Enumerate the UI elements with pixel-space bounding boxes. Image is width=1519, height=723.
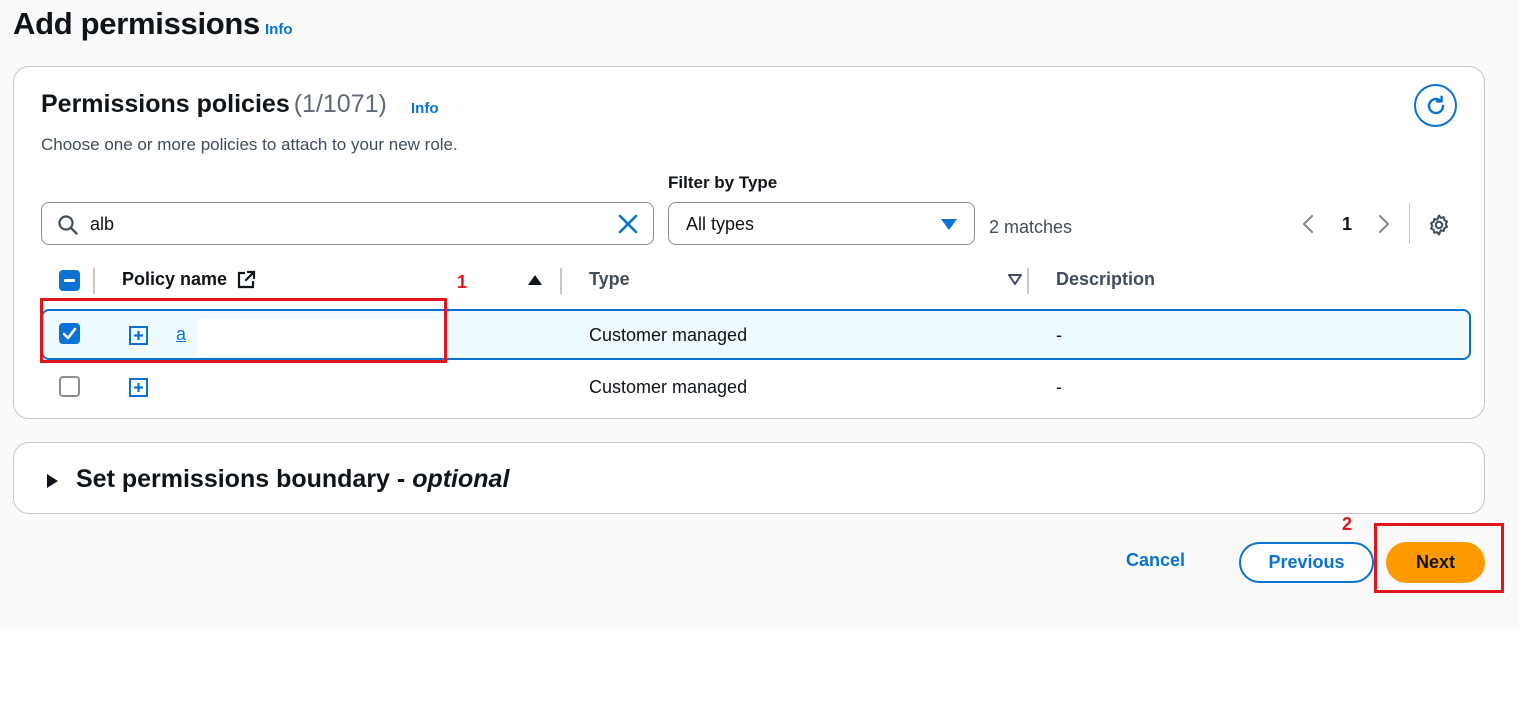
external-link-icon (237, 270, 256, 289)
previous-button[interactable]: Previous (1239, 542, 1374, 583)
table-row[interactable]: Customer managed - (41, 362, 1471, 413)
annotation-box-2 (1374, 523, 1504, 593)
filter-by-type-label: Filter by Type (668, 173, 778, 192)
policy-type-cell: Customer managed (589, 377, 748, 397)
select-all-checkbox[interactable] (59, 270, 80, 291)
permissions-boundary-toggle[interactable]: Set permissions boundary - optional (76, 465, 509, 494)
clear-icon[interactable] (617, 213, 639, 235)
type-filter-value: All types (686, 214, 755, 234)
policy-description-cell: - (1056, 377, 1062, 397)
search-icon (58, 215, 78, 235)
policy-description-cell: - (1056, 325, 1062, 345)
search-input[interactable] (90, 212, 590, 236)
page-title: Add permissions (13, 6, 260, 41)
type-filter-select[interactable]: All types (668, 202, 975, 245)
settings-icon[interactable] (1427, 213, 1451, 237)
policies-count: (1/1071) (293, 90, 387, 118)
matches-count: 2 matches (989, 217, 1073, 237)
annotation-marker-2: 2 (1342, 514, 1353, 534)
annotation-marker-1: 1 (457, 272, 468, 292)
column-header-description[interactable]: Description (1056, 269, 1155, 290)
pagination-current-page[interactable]: 1 (1342, 214, 1352, 235)
cancel-button[interactable]: Cancel (1126, 550, 1185, 571)
refresh-icon (1427, 95, 1444, 114)
permissions-policies-panel: Permissions policies (1/1071) Info Choose… (13, 66, 1485, 419)
caret-right-icon[interactable] (47, 474, 58, 488)
annotation-box-1 (40, 298, 447, 363)
policies-info-link[interactable]: Info (411, 100, 439, 117)
caret-down-icon (941, 219, 957, 230)
row-checkbox[interactable] (59, 376, 80, 397)
policies-title-group: Permissions policies (1/1071) (41, 90, 387, 119)
chevron-right-icon[interactable] (1376, 213, 1392, 235)
sort-ascending-icon[interactable] (527, 273, 543, 287)
chevron-left-icon[interactable] (1300, 213, 1316, 235)
column-separator (560, 268, 562, 294)
page-info-link[interactable]: Info (265, 21, 293, 38)
boundary-title-text: Set permissions boundary - (76, 465, 413, 493)
table-header: Policy name Type Description (41, 262, 1471, 300)
sort-descending-icon[interactable] (1007, 273, 1023, 287)
boundary-title-optional: optional (412, 465, 510, 493)
policy-type-cell: Customer managed (589, 325, 748, 345)
policy-search-field[interactable] (41, 202, 654, 245)
pagination-divider (1409, 203, 1410, 244)
policies-description: Choose one or more policies to attach to… (41, 135, 458, 154)
policies-title: Permissions policies (41, 90, 290, 118)
expand-icon[interactable] (129, 378, 148, 397)
indeterminate-mark (64, 279, 75, 282)
column-header-type[interactable]: Type (589, 269, 630, 290)
column-separator (1027, 268, 1029, 294)
column-separator (93, 268, 95, 294)
permissions-boundary-panel: Set permissions boundary - optional (13, 442, 1485, 514)
column-header-policy-name[interactable]: Policy name (122, 269, 227, 290)
refresh-button[interactable] (1414, 84, 1457, 127)
